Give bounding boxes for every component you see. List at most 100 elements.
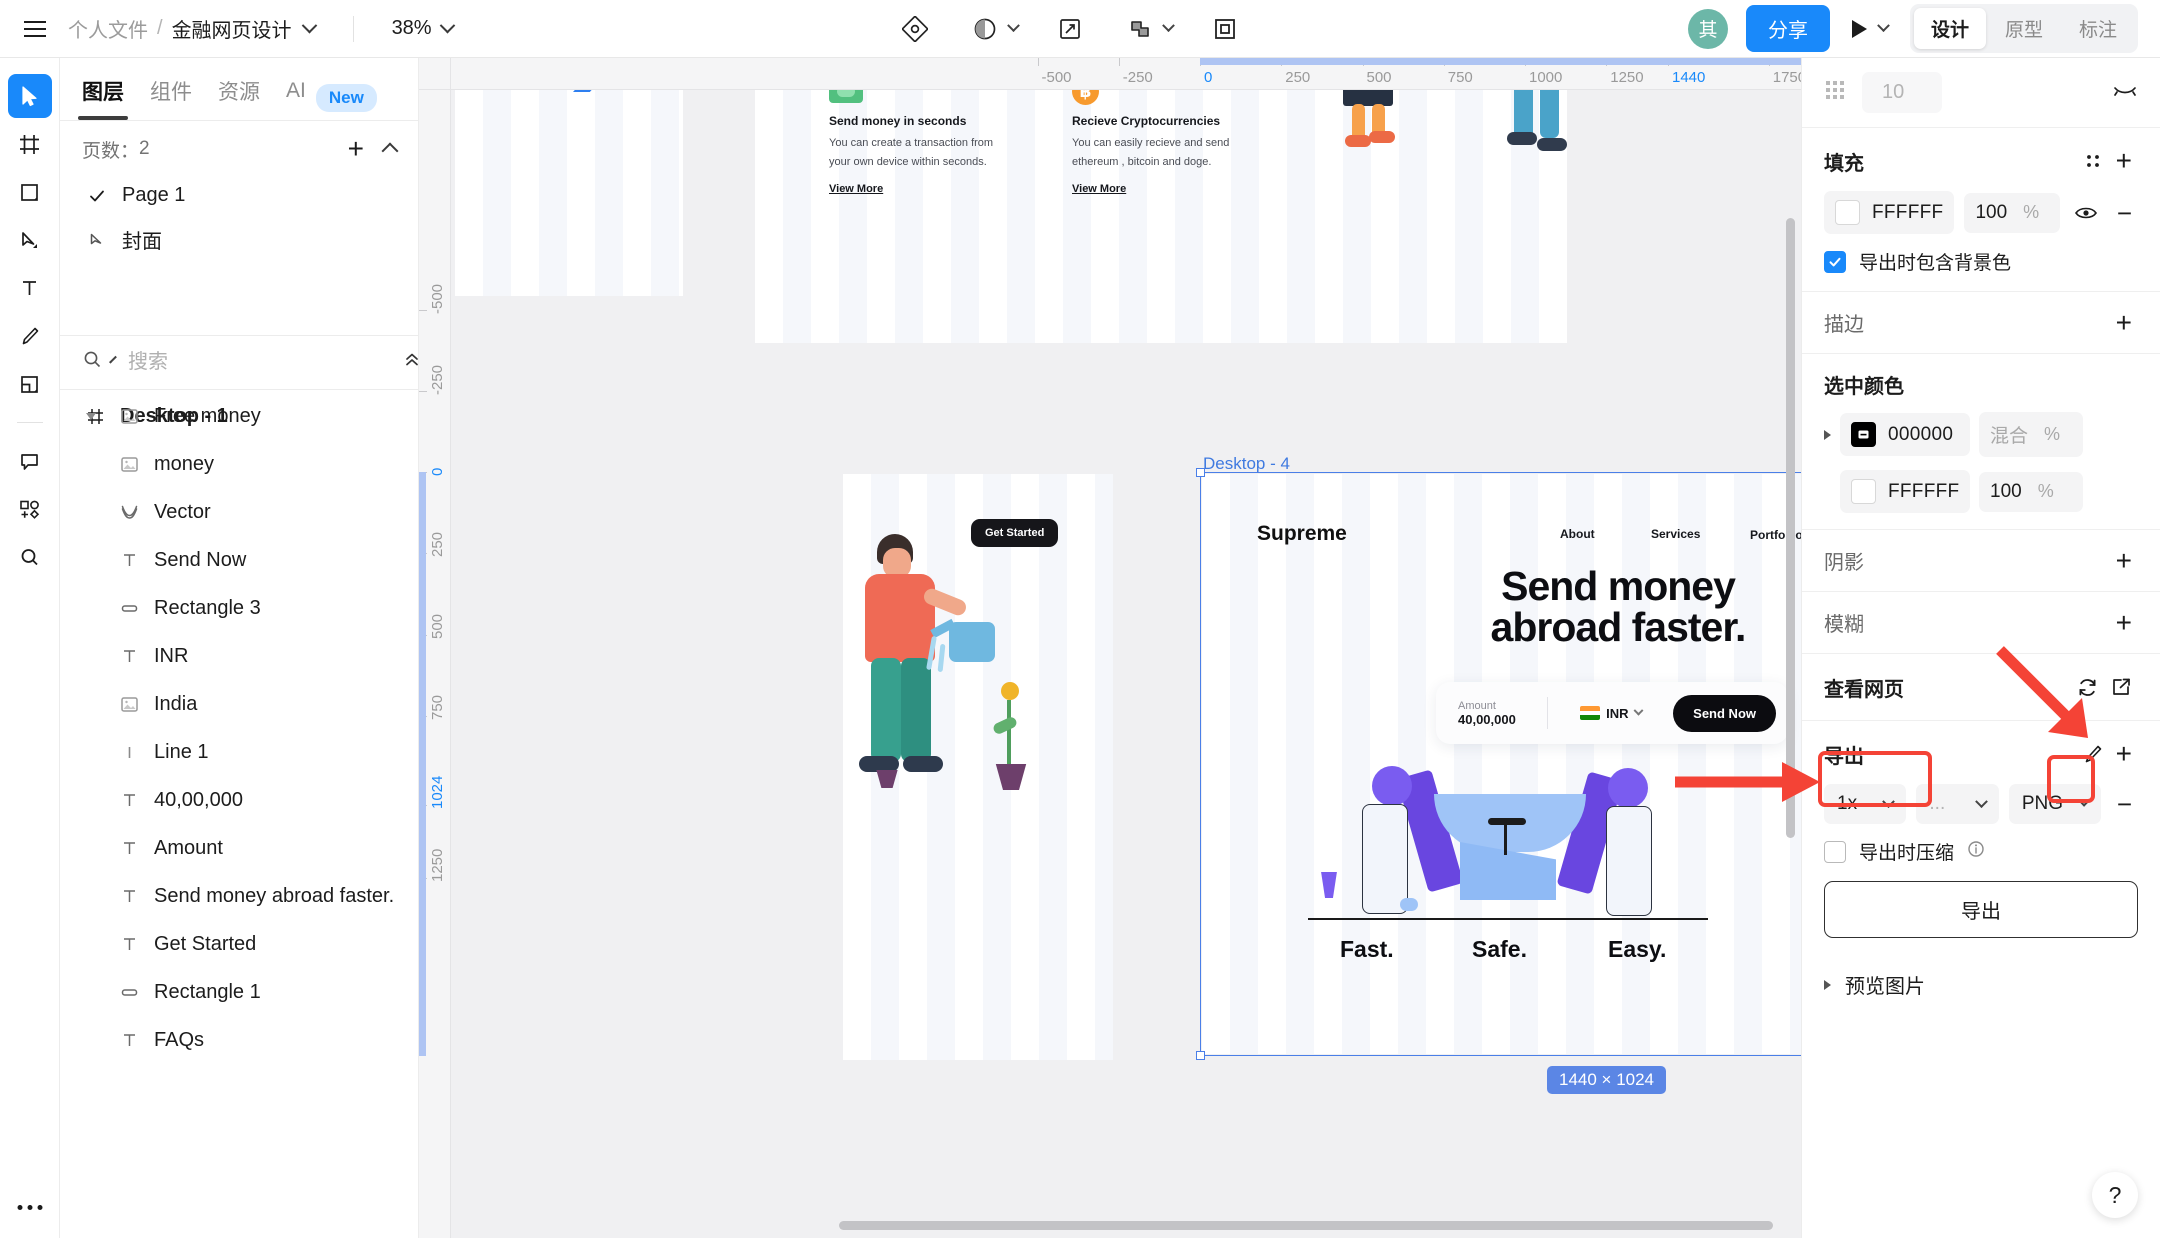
pencil-tool[interactable] [8,314,52,358]
expand-arrow-icon[interactable] [1824,429,1831,440]
compress-checkbox[interactable] [1824,840,1846,863]
layer-row[interactable]: Send money abroad faster. [60,872,418,920]
zoom-selector[interactable]: 38% [392,17,455,40]
layer-row[interactable]: 40,00,000 [60,776,418,824]
selection-color-field-1[interactable]: 000000 [1840,413,1970,456]
color-swatch[interactable] [1851,479,1876,504]
help-button[interactable]: ? [2092,1172,2138,1218]
canvas-frame-desktop-4[interactable]: Supreme About Services Portfoli o FAQs G… [1202,474,1801,1054]
layer-row[interactable]: money [60,440,418,488]
add-fill-button[interactable]: + [2110,147,2138,175]
rectangle-tool[interactable] [8,170,52,214]
slice-tool[interactable] [8,362,52,406]
selection-opacity-field-2[interactable]: 100 % [1979,471,2083,512]
tab-prototype[interactable]: 原型 [1988,8,2060,49]
chevron-down-icon[interactable] [1882,794,1896,808]
scale-icon[interactable] [1052,11,1088,47]
plugins-tool[interactable] [8,487,52,531]
fill-styles-icon[interactable] [2076,144,2110,178]
layer-row[interactable]: Vector [60,488,418,536]
present-control[interactable] [1851,19,1890,38]
chevron-down-icon[interactable] [1974,794,1988,808]
vertical-scrollbar[interactable] [1786,218,1795,838]
boolean-union-icon[interactable] [1122,11,1158,47]
color-swatch[interactable] [1835,200,1860,225]
refresh-icon[interactable] [2070,670,2104,704]
breadcrumb[interactable]: 个人文件 / 金融网页设计 [68,14,317,43]
opacity-control[interactable] [967,11,1021,47]
search-input[interactable] [128,351,393,374]
export-suffix-select[interactable]: ... [1916,784,1999,824]
mask-icon[interactable] [1207,11,1243,47]
tab-ai[interactable]: AI [286,79,306,117]
chevron-down-icon[interactable] [109,355,117,364]
chevron-down-icon[interactable] [2080,796,2091,807]
expand-arrow-icon[interactable] [1824,979,1831,990]
more-options-icon[interactable] [17,1205,42,1210]
layer-row[interactable]: Rectangle 3 [60,584,418,632]
main-menu-icon[interactable] [18,12,52,46]
opacity-circle-icon[interactable] [967,11,1003,47]
layer-row[interactable]: FAQs [60,1016,418,1064]
grid-icon[interactable] [1824,79,1846,107]
boolean-ops[interactable] [1122,11,1176,47]
page-item-page1[interactable]: Page 1 [60,175,418,216]
layer-row[interactable]: INR [60,632,418,680]
move-tool[interactable] [7,74,52,118]
breadcrumb-folder[interactable]: 个人文件 [68,14,148,43]
horizontal-scrollbar[interactable] [839,1221,1773,1230]
tab-annotate[interactable]: 标注 [2062,8,2134,49]
fill-color-field[interactable]: FFFFFF [1824,191,1955,234]
open-external-icon[interactable] [2104,670,2138,704]
remove-fill-button[interactable]: − [2111,200,2138,226]
frame-tool[interactable] [8,122,52,166]
feature-link[interactable]: View More [1072,183,1126,195]
add-shadow-button[interactable]: + [2110,546,2138,575]
tab-design[interactable]: 设计 [1913,8,1986,49]
breadcrumb-file[interactable]: 金融网页设计 [172,14,292,43]
canvas-frame-desktop-left[interactable]: Get Started [843,474,1113,1060]
export-background-checkbox[interactable] [1824,250,1846,273]
add-blur-button[interactable]: + [2110,608,2138,637]
fill-opacity-field[interactable]: 100 % [1964,192,2061,233]
fill-visibility-eye-icon[interactable] [2070,196,2101,230]
compress-row[interactable]: 导出时压缩 [1824,838,2138,865]
color-swatch[interactable] [1851,422,1876,447]
export-bg-row[interactable]: 导出时包含背景色 [1824,248,2138,275]
export-scale-select[interactable]: 1x [1824,784,1907,824]
layer-row[interactable]: Line 1 [60,728,418,776]
share-button[interactable]: 分享 [1745,5,1830,52]
text-tool[interactable] [8,266,52,310]
page-item-cover[interactable]: 封面 [60,216,418,263]
chevron-up-icon[interactable] [381,142,399,160]
chevron-down-icon[interactable] [301,17,317,34]
view-webpage-label[interactable]: 查看网页 [1824,673,1904,702]
export-format-select[interactable]: PNG [2008,784,2101,824]
feature-link[interactable]: View More [829,183,883,195]
frame-label-desktop-4[interactable]: Desktop - 4 [1203,454,1290,474]
tab-assets[interactable]: 资源 [218,76,260,120]
info-icon[interactable] [1967,840,1985,864]
layer-row[interactable]: India [60,680,418,728]
export-button[interactable]: 导出 [1824,881,2138,938]
tab-components[interactable]: 组件 [150,76,192,120]
layer-row[interactable]: Get Started [60,920,418,968]
add-export-button[interactable]: + [2110,740,2138,768]
layer-row[interactable]: Amount [60,824,418,872]
chevron-down-icon[interactable] [1162,19,1176,33]
avatar[interactable]: 其 [1687,8,1728,49]
remove-export-button[interactable]: − [2111,791,2138,817]
play-icon[interactable] [1851,19,1867,38]
edit-pencil-icon[interactable] [2076,737,2110,771]
layer-search[interactable] [60,335,418,390]
zoom-tool[interactable] [8,535,52,579]
selection-color-field-2[interactable]: FFFFFF [1840,470,1970,513]
chevron-down-icon[interactable] [1877,19,1890,33]
add-stroke-button[interactable]: + [2110,308,2138,337]
new-badge[interactable]: New [315,84,377,112]
layer-row[interactable]: Rectangle 1 [60,968,418,1016]
layer-row[interactable]: Send Now [60,536,418,584]
add-page-button[interactable]: + [342,135,370,163]
canvas-frame-desktop-3-partial[interactable]: Send money in seconds You can create a t… [755,58,1567,343]
chevron-down-icon[interactable] [1007,19,1021,33]
